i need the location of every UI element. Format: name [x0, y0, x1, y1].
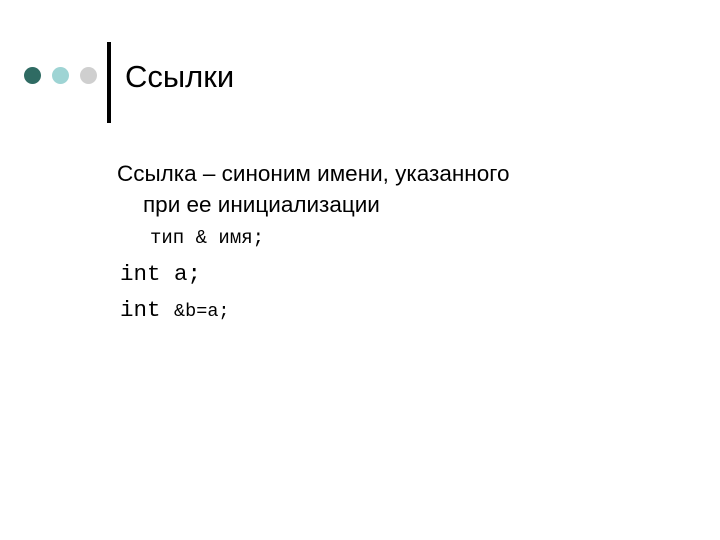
page-title: Ссылки: [125, 59, 235, 94]
slide: Ссылки Ссылка – синоним имени, указанног…: [0, 0, 720, 540]
dot-light-teal-icon: [52, 67, 69, 84]
bullet-line-1: Ссылка – синоним имени, указанного: [117, 161, 510, 186]
dot-dark-teal-icon: [24, 67, 41, 84]
slide-body: Ссылка – синоним имени, указанного при е…: [117, 158, 677, 330]
bullet-line-2: при ее инициализации: [143, 192, 380, 217]
bullet-paragraph: Ссылка – синоним имени, указанного при е…: [117, 158, 677, 220]
code-line-reference: int &b=a;: [117, 292, 677, 330]
code-line-syntax: тип & имя;: [150, 227, 265, 249]
header-vertical-rule: [107, 42, 111, 123]
code-line-declaration: int a;: [120, 261, 202, 287]
code-reference-suffix: &b=a;: [174, 301, 230, 322]
header-decoration: [24, 67, 100, 87]
dot-gray-icon: [80, 67, 97, 84]
code-reference-prefix: int: [120, 297, 175, 323]
